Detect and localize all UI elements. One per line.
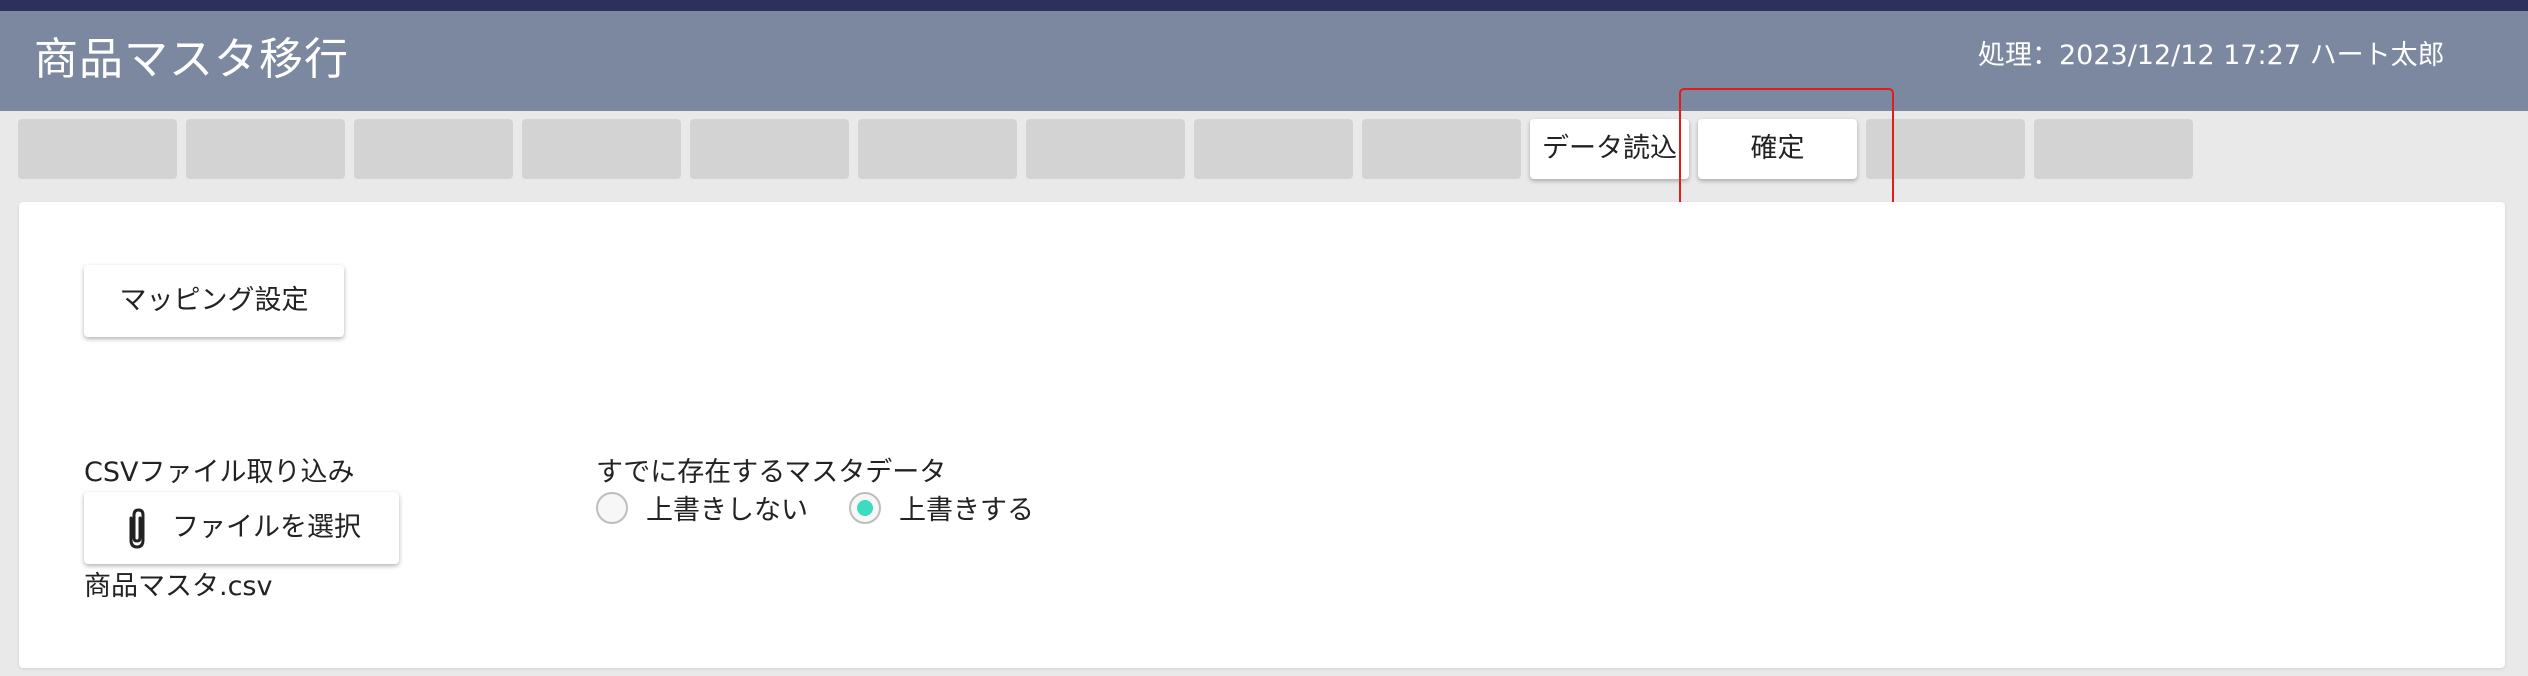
paperclip-icon [122,506,152,552]
toolbar-button-3[interactable] [354,119,513,179]
radio-overwrite[interactable]: 上書きする [849,488,1069,528]
load-data-button[interactable]: データ読込 [1530,119,1689,179]
top-accent-bar [0,0,2528,11]
csv-import-label: CSVファイル取り込み [84,457,355,488]
radio-no-overwrite[interactable]: 上書きしない [596,488,836,528]
selected-file-name: 商品マスタ.csv [84,571,273,602]
toolbar-button-4[interactable] [522,119,681,179]
existing-data-label: すでに存在するマスタデータ [596,457,947,488]
radio-circle[interactable] [596,492,628,524]
toolbar-button-7[interactable] [1026,119,1185,179]
radio-label: 上書きしない [646,495,808,526]
radio-circle-selected[interactable] [849,492,881,524]
toolbar-button-9[interactable] [1362,119,1521,179]
confirm-highlight-box [1679,88,1894,206]
toolbar-button-13[interactable] [2034,119,2193,179]
content-card: マッピング設定 CSVファイル取り込み ファイルを選択 商品マスタ.csv すで… [19,202,2505,668]
toolbar-button-5[interactable] [690,119,849,179]
mapping-settings-button[interactable]: マッピング設定 [84,265,344,337]
page-header: 商品マスタ移行 処理：2023/12/12 17:27 ハート太郎 [0,11,2528,111]
radio-label: 上書きする [899,495,1034,526]
toolbar-button-8[interactable] [1194,119,1353,179]
process-info: 処理：2023/12/12 17:27 ハート太郎 [1978,40,2445,71]
function-key-toolbar: データ読込 確定 [0,111,2528,189]
page-title: 商品マスタ移行 [34,34,349,85]
toolbar-button-1[interactable] [18,119,177,179]
toolbar-button-6[interactable] [858,119,1017,179]
choose-file-button[interactable]: ファイルを選択 [84,492,399,564]
choose-file-label: ファイルを選択 [172,512,361,543]
radio-selected-dot [857,500,873,516]
toolbar-button-2[interactable] [186,119,345,179]
